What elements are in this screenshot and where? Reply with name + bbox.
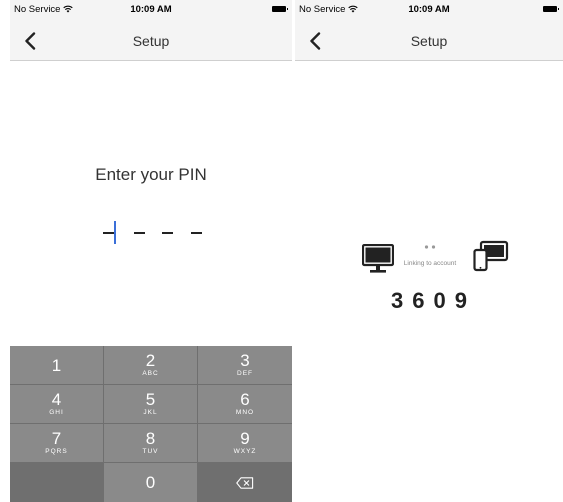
status-time: 10:09 AM: [408, 4, 450, 15]
key-9[interactable]: 9 WXYZ: [198, 424, 292, 462]
pin-prompt: Enter your PIN: [95, 165, 207, 184]
pin-digit-slot-3: [162, 232, 173, 234]
key-6[interactable]: 6 MNO: [198, 385, 292, 423]
pin-entry-screen: No Service 10:09 AM Setup Enter your PIN…: [10, 0, 292, 502]
key-5[interactable]: 5 JKL: [104, 385, 197, 423]
nav-bar: Setup: [10, 22, 292, 61]
battery-icon: [543, 6, 559, 12]
key-0[interactable]: 0: [104, 463, 197, 502]
text-cursor: [114, 221, 116, 244]
key-4[interactable]: 4 GHI: [10, 385, 103, 423]
pin-digit-slot-4: [191, 232, 202, 234]
monitor-icon: [362, 244, 394, 273]
key-2[interactable]: 2 ABC: [104, 346, 197, 384]
key-8[interactable]: 8 TUV: [104, 424, 197, 462]
devices-icon: [473, 240, 509, 272]
status-bar: No Service 10:09 AM: [10, 0, 292, 22]
link-code: 3609: [391, 288, 476, 313]
linking-screen: No Service 10:09 AM Setup Linking to acc…: [295, 0, 563, 502]
linking-label: Linking to account: [403, 260, 457, 267]
pin-digit-slot-2: [134, 232, 145, 234]
page-title: Setup: [132, 33, 170, 49]
delete-button[interactable]: [198, 463, 292, 502]
linking-status: Linking to account: [295, 240, 563, 280]
status-time: 10:09 AM: [130, 4, 172, 15]
pin-digit-slot-1: [103, 232, 114, 234]
progress-dots-icon: [424, 245, 436, 249]
key-7[interactable]: 7 PQRS: [10, 424, 103, 462]
numeric-keypad: 1 2 ABC 3 DEF 4 GHI 5 JKL 6 MNO 7 PQRS 8…: [10, 346, 292, 502]
key-blank: [10, 463, 103, 502]
key-1[interactable]: 1: [10, 346, 103, 384]
nav-bar: Setup: [295, 22, 563, 61]
key-3[interactable]: 3 DEF: [198, 346, 292, 384]
page-title: Setup: [410, 33, 448, 49]
battery-icon: [272, 6, 288, 12]
pin-input[interactable]: [103, 221, 203, 245]
status-bar: No Service 10:09 AM: [295, 0, 563, 22]
backspace-icon: [236, 476, 254, 489]
